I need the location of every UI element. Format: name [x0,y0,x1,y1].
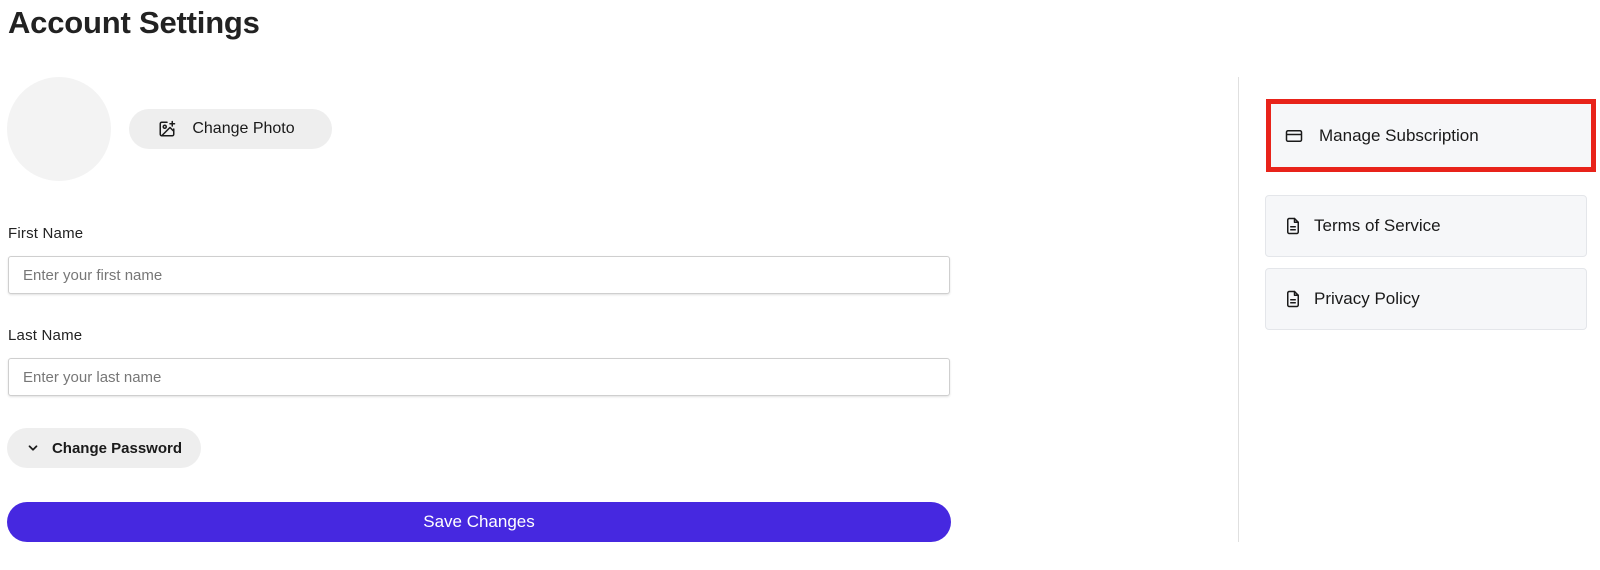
change-photo-label: Change Photo [192,120,295,137]
manage-subscription-label: Manage Subscription [1319,125,1479,145]
save-changes-button[interactable]: Save Changes [7,502,951,542]
document-icon [1284,217,1302,235]
page-title: Account Settings [8,5,260,40]
manage-subscription-link[interactable]: Manage Subscription [1266,99,1596,172]
change-photo-button[interactable]: Change Photo [129,109,332,149]
first-name-input[interactable] [8,256,950,294]
chevron-down-icon [26,441,40,455]
first-name-label: First Name [8,225,84,242]
change-password-toggle[interactable]: Change Password [7,428,201,468]
avatar [7,77,111,181]
image-plus-icon [158,120,176,138]
terms-of-service-label: Terms of Service [1314,216,1441,235]
account-settings-page: Account Settings Change Photo First Name… [0,0,1600,570]
document-icon [1284,290,1302,308]
privacy-policy-link[interactable]: Privacy Policy [1265,268,1587,330]
change-password-label: Change Password [51,439,183,457]
last-name-label: Last Name [8,327,83,344]
privacy-policy-label: Privacy Policy [1314,289,1420,308]
credit-card-icon [1285,129,1303,143]
last-name-input[interactable] [8,358,950,396]
terms-of-service-link[interactable]: Terms of Service [1265,195,1587,257]
column-divider [1238,77,1239,542]
